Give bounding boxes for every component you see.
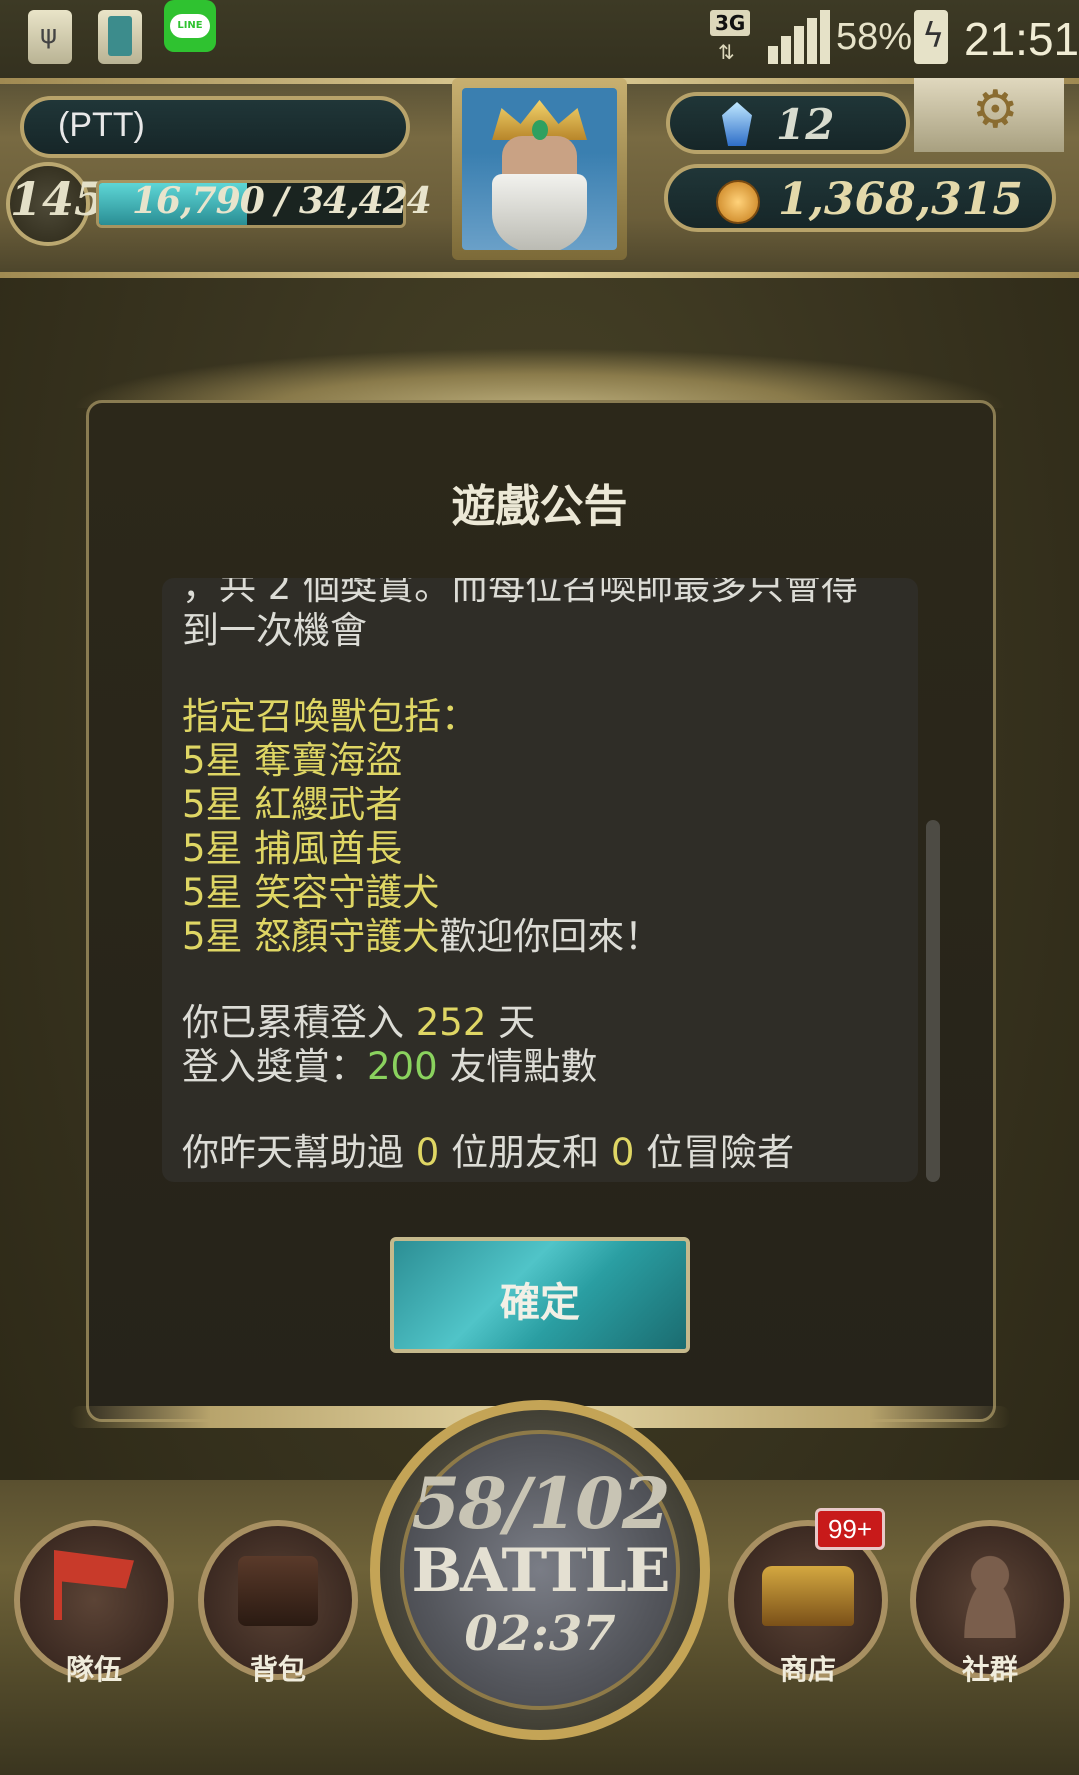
battle-label: BATTLE (411, 1536, 670, 1606)
battle-stamina: 58/102 (411, 1462, 670, 1545)
bag-icon (238, 1556, 318, 1626)
summon-item-with-welcome: 5星 怒顏守護犬歡迎你回來！ (182, 906, 661, 960)
login-reward-line: 登入獎賞：200 友情點數 (182, 1036, 597, 1090)
summon-item: 5星 怒顏守護犬 (182, 915, 440, 958)
help-suffix: 位冒險者 (634, 1131, 795, 1174)
flag-icon (54, 1550, 134, 1620)
gear-icon: ⚙ (972, 80, 1019, 140)
nav-social-label: 社群 (961, 1653, 1018, 1686)
gem-count: 12 (776, 100, 835, 149)
exp-text: 16,790 / 34,424 (132, 180, 432, 222)
people-icon (950, 1548, 1030, 1638)
dialog-title: 遊戲公告 (451, 481, 628, 532)
player-level: 145 (10, 172, 107, 226)
help-prefix: 你昨天幫助過 (182, 1131, 416, 1174)
battery-charging-icon (914, 10, 948, 64)
confirm-button-label: 確定 (500, 1280, 580, 1326)
coin-count: 1,368,315 (778, 174, 1023, 225)
help-friends-value: 0 (415, 1131, 440, 1174)
dialog-top-ornament (70, 348, 1010, 408)
help-line: 你昨天幫助過 0 位朋友和 0 位冒險者 (182, 1122, 794, 1176)
status-bar: LINE 3G ⇅ 58% 21:51 (0, 0, 1079, 78)
announcement-text-line: 到一次機會 (182, 609, 367, 652)
scrollbar[interactable] (926, 820, 940, 1182)
reward-value: 200 (367, 1045, 438, 1088)
nav-team-label: 隊伍 (65, 1653, 122, 1686)
phone-icon (98, 10, 142, 64)
signal-icon (768, 10, 830, 64)
nav-bag-label: 背包 (249, 1653, 306, 1686)
battle-timer: 02:37 (464, 1606, 616, 1662)
help-adventurers-value: 0 (610, 1131, 635, 1174)
clock: 21:51 (964, 13, 1079, 65)
welcome-text: 歡迎你回來！ (439, 915, 662, 958)
coin-icon (716, 180, 760, 224)
battery-percent: 58% (836, 16, 913, 58)
usb-icon (28, 10, 72, 64)
line-app-icon: LINE (164, 0, 216, 52)
nav-shop-label: 商店 (779, 1653, 836, 1686)
network-type: 3G (710, 10, 751, 36)
shop-notification-badge: 99+ (815, 1508, 885, 1550)
treasure-chest-icon (762, 1566, 854, 1626)
reward-suffix: 友情點數 (437, 1045, 598, 1088)
player-name: (PTT) (58, 106, 145, 144)
avatar[interactable] (462, 88, 617, 250)
crown-gem-graphic (532, 120, 548, 140)
settings-button[interactable]: ⚙ (914, 78, 1064, 152)
help-middle: 位朋友和 (439, 1131, 611, 1174)
reward-prefix: 登入獎賞： (182, 1045, 367, 1088)
announcement-content[interactable]: ，共 2 個獎賞。而每位召喚師最多只會得 到一次機會 指定召喚獸包括： 5星 奪… (162, 578, 918, 1182)
line-icon-label: LINE (170, 14, 210, 38)
data-arrows-icon: ⇅ (718, 40, 735, 64)
beard-graphic (492, 174, 587, 250)
